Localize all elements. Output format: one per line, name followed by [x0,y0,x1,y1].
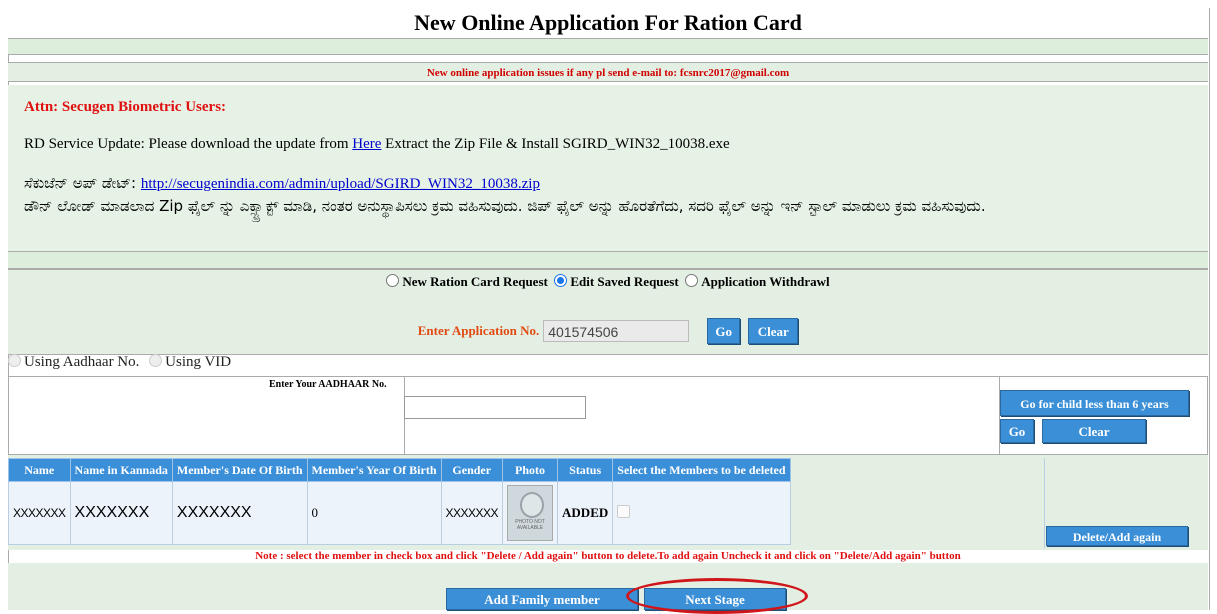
aadhaar-radio[interactable] [8,354,21,367]
aadhaar-go-button[interactable]: Go [1000,419,1034,443]
notice-band: New online application issues if any pl … [8,62,1208,82]
application-withdrawl-option[interactable]: Application Withdrawl [685,274,830,289]
member-gender: XXXXXXX [440,481,504,545]
application-no-row: Enter Application No. 401574506 Go Clear [8,318,1208,348]
application-go-button[interactable]: Go [707,318,741,344]
col-photo: Photo [502,458,559,482]
col-yob: Member's Year Of Birth [306,458,442,482]
member-name: XXXXXXX [8,481,71,545]
biometric-update-panel: Attn: Secugen Biometric Users: RD Servic… [8,85,1208,251]
members-header-row: Name Name in Kannada Member's Date Of Bi… [8,458,791,482]
photo-not-available-text: PHOTO NOT AVAILABLE [515,519,545,531]
spacer-band [8,38,1208,55]
rd-update-suffix: Extract the Zip File & Install SGIRD_WIN… [385,136,730,152]
download-here-link[interactable]: Here [352,136,381,152]
table-row: XXXXXXX XXXXXXX XXXXXXX 0 XXXXXXX PHOTO … [8,481,791,545]
edit-saved-request-option[interactable]: Edit Saved Request [554,274,679,289]
secugen-zip-link[interactable]: http://secugenindia.com/admin/upload/SGI… [141,176,540,192]
highlight-ellipse [626,578,808,614]
kannada-update-block: ಸೆಕುಜೆನ್ ಅಪ್ ಡೇಟ್: http://secugenindia.c… [24,172,1192,217]
withdrawl-radio[interactable] [685,274,699,287]
application-no-input[interactable]: 401574506 [543,320,690,342]
application-clear-button[interactable]: Clear [748,318,799,344]
vid-radio[interactable] [149,354,163,367]
rd-update-prefix: RD Service Update: Please download the u… [24,136,349,152]
page-title: New Online Application For Ration Card [8,8,1208,38]
member-dob: XXXXXXX [171,481,308,545]
support-notice: New online application issues if any pl … [426,67,790,79]
aadhaar-option-label: Using Aadhaar No. [24,354,140,370]
delete-member-checkbox[interactable] [617,504,631,518]
member-yob: 0 [306,481,442,545]
aadhaar-label: Enter Your AADHAAR No. [269,379,387,390]
delete-note: Note : select the member in check box an… [255,550,961,562]
new-request-radio[interactable] [386,274,400,287]
rd-update-line: RD Service Update: Please download the u… [24,134,1192,154]
child-less-than-6-button[interactable]: Go for child less than 6 years [1000,390,1189,416]
delete-add-again-button[interactable]: Delete/Add again [1046,526,1188,546]
application-no-label: Enter Application No. [417,323,540,338]
attn-heading: Attn: Secugen Biometric Users: [24,99,227,115]
col-name: Name [8,458,71,482]
divider-band [8,251,1208,269]
member-name-kannada: XXXXXXX [69,481,173,545]
aadhaar-input[interactable] [404,396,586,419]
col-gender: Gender [440,458,504,482]
member-select-cell [612,481,791,545]
add-family-member-button[interactable]: Add Family member [446,588,638,610]
new-ration-card-option[interactable]: New Ration Card Request [386,274,548,289]
col-dob: Member's Date Of Birth [171,458,308,482]
id-type-group: Using Aadhaar No. Using VID [8,354,231,371]
aadhaar-clear-button[interactable]: Clear [1042,419,1146,443]
edit-request-radio[interactable] [554,274,568,287]
avatar-placeholder-icon [520,492,545,518]
col-status: Status [557,458,614,482]
kannada-update-label: ಸೆಕುಜೆನ್ ಅಪ್ ಡೇಟ್: [24,174,137,192]
kannada-instruction: ಡೌನ್ ಲೋಡ್ ಮಾಡಲಾದ Zip ಫೈಲ್ ನ್ನು ಎಕ್ಸ್ಟ್ರಾ… [24,197,986,215]
member-photo: PHOTO NOT AVAILABLE [507,485,554,541]
request-type-group: New Ration Card Request Edit Saved Reque… [8,274,1208,290]
member-status: ADDED [557,481,614,545]
members-table: Name Name in Kannada Member's Date Of Bi… [8,458,791,545]
col-select-delete: Select the Members to be deleted [612,458,791,482]
member-photo-cell: PHOTO NOT AVAILABLE [502,481,559,545]
col-name-kannada: Name in Kannada [69,458,173,482]
vid-option-label: Using VID [165,354,232,370]
